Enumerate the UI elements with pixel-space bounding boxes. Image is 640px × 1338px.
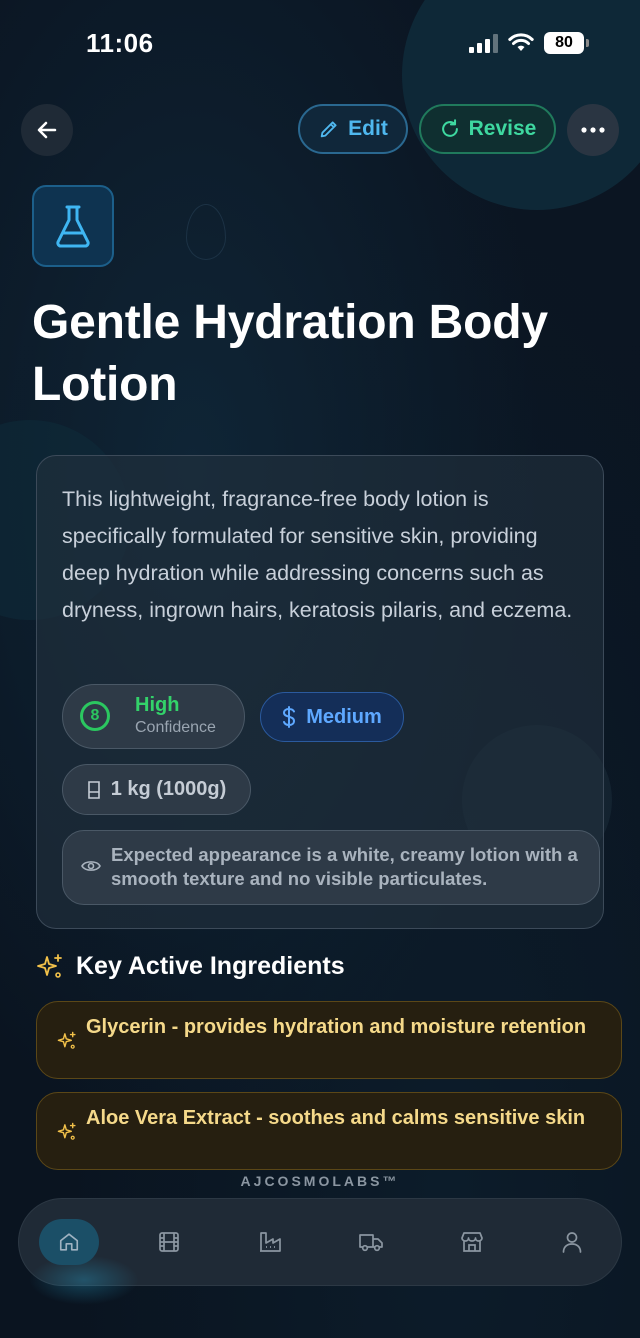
store-icon — [461, 1232, 483, 1252]
cost-label: Medium — [306, 705, 382, 728]
sparkles-icon — [57, 1122, 76, 1140]
back-button[interactable] — [21, 104, 73, 156]
arrow-left-icon — [37, 121, 57, 139]
dollar-icon — [283, 706, 296, 728]
revise-button[interactable]: Revise — [419, 104, 556, 154]
confidence-score: 8 — [80, 701, 110, 731]
more-options-button[interactable] — [567, 104, 619, 156]
ingredient-text: Glycerin - provides hydration and moistu… — [86, 1016, 587, 1038]
truck-icon — [359, 1234, 383, 1252]
refresh-icon — [441, 119, 458, 137]
ingredient-text: Aloe Vera Extract - soothes and calms se… — [86, 1107, 586, 1129]
ellipsis-icon — [581, 127, 605, 133]
cellular-signal-icon — [469, 33, 498, 53]
confidence-chip: 8 High Confidence — [62, 684, 245, 749]
batch-size-label: 1 kg (1000g) — [110, 778, 227, 800]
nav-store[interactable] — [442, 1219, 502, 1265]
factory-icon — [260, 1232, 281, 1252]
flask-icon — [56, 205, 90, 248]
appearance-chip: Expected appearance is a white, creamy l… — [62, 830, 600, 905]
status-icons: 80 — [469, 32, 589, 54]
page-title: Gentle Hydration Body Lotion — [32, 296, 548, 411]
appearance-text: Expected appearance is a white, creamy l… — [111, 844, 578, 889]
batch-size-chip: 1 kg (1000g) — [62, 764, 251, 815]
ingredients-section-header: Key Active Ingredients — [36, 952, 345, 981]
cost-chip: Medium — [260, 692, 404, 742]
home-icon — [59, 1233, 79, 1251]
beaker-icon — [87, 780, 100, 799]
user-icon — [562, 1232, 582, 1253]
confidence-level: High — [135, 694, 180, 716]
ingredient-item: Aloe Vera Extract - soothes and calms se… — [36, 1092, 622, 1170]
battery-icon: 80 — [544, 32, 589, 54]
ingredient-item: Glycerin - provides hydration and moistu… — [36, 1001, 622, 1079]
eye-icon — [81, 861, 101, 871]
confidence-label: Confidence — [135, 719, 216, 736]
nav-truck[interactable] — [341, 1219, 401, 1265]
sparkles-icon — [37, 953, 62, 978]
sparkles-icon — [57, 1031, 76, 1049]
edit-label: Edit — [348, 117, 388, 140]
revise-label: Revise — [468, 117, 537, 140]
bottom-nav — [18, 1198, 622, 1305]
status-time: 11:06 — [86, 28, 154, 58]
film-icon — [159, 1232, 179, 1252]
flask-icon-tile — [32, 185, 114, 267]
nav-factory[interactable] — [240, 1219, 300, 1265]
product-summary-card: This lightweight, fragrance-free body lo… — [36, 455, 604, 929]
pencil-icon — [320, 121, 337, 138]
edit-button[interactable]: Edit — [298, 104, 408, 154]
nav-profile[interactable] — [542, 1219, 602, 1265]
nav-film[interactable] — [139, 1219, 199, 1265]
wifi-icon — [508, 33, 534, 51]
nav-home[interactable] — [39, 1219, 99, 1265]
brand-watermark: AJCOSMOLABS™ — [240, 1173, 400, 1189]
section-title: Key Active Ingredients — [76, 952, 345, 980]
product-description: This lightweight, fragrance-free body lo… — [62, 487, 573, 622]
